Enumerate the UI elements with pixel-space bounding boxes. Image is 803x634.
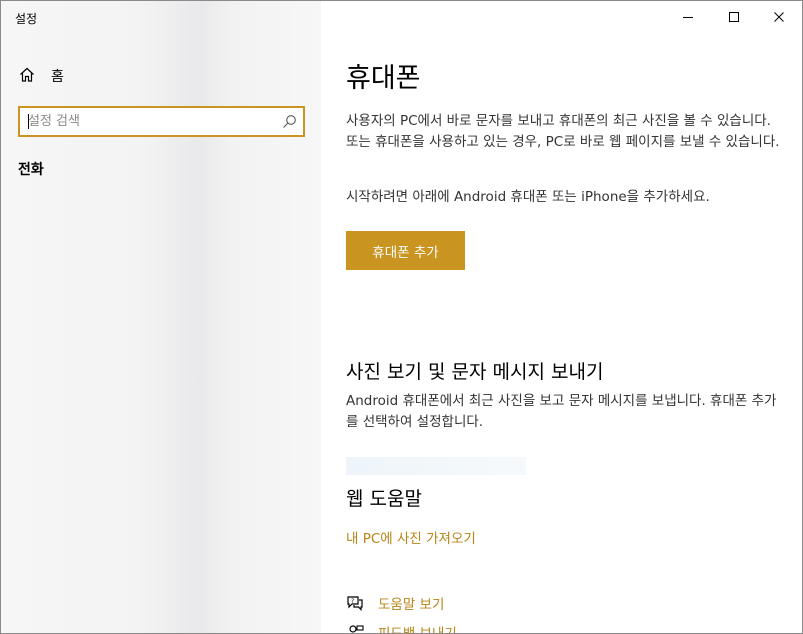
intro-text: 사용자의 PC에서 바로 문자를 보내고 휴대폰의 최근 사진을 볼 수 있습니…	[346, 113, 780, 150]
import-photos-link[interactable]: 내 PC에 사진 가져오기	[346, 527, 476, 547]
get-help-link[interactable]: 도움말 보기	[378, 593, 444, 613]
feedback-icon	[346, 623, 364, 633]
app-title: 설정	[15, 12, 38, 26]
svg-text:?: ?	[351, 598, 354, 605]
faded-overlay	[346, 457, 526, 475]
sidebar: 설정 홈 전화	[1, 1, 321, 633]
search-icon[interactable]	[282, 114, 297, 129]
get-started-text: 시작하려면 아래에 Android 휴대폰 또는 iPhone을 추가하세요.	[346, 189, 710, 205]
search-box[interactable]	[18, 106, 305, 137]
help-chat-icon: ?	[346, 594, 364, 612]
settings-window: 설정 홈 전화	[0, 0, 803, 634]
sidebar-section-phone: 전화	[18, 162, 44, 178]
add-phone-button[interactable]: 휴대폰 추가	[346, 231, 465, 270]
nav-home[interactable]: 홈	[1, 59, 321, 91]
give-feedback-link[interactable]: 피드백 보내기	[378, 622, 457, 633]
content-pane: 휴대폰 사용자의 PC에서 바로 문자를 보내고 휴대폰의 최근 사진을 볼 수…	[321, 1, 802, 633]
search-input[interactable]	[28, 108, 276, 135]
feedback-row[interactable]: 피드백 보내기	[346, 621, 457, 633]
nav-home-label: 홈	[51, 69, 64, 85]
help-section-title: 웹 도움말	[346, 488, 422, 510]
photos-section-title: 사진 보기 및 문자 메시지 보내기	[346, 361, 604, 383]
photos-section-description: Android 휴대폰에서 최근 사진을 보고 문자 메시지를 보냅니다. 휴대…	[346, 393, 777, 430]
page-title: 휴대폰	[346, 63, 421, 94]
home-icon	[18, 66, 36, 84]
get-help-row[interactable]: ? 도움말 보기	[346, 592, 444, 614]
